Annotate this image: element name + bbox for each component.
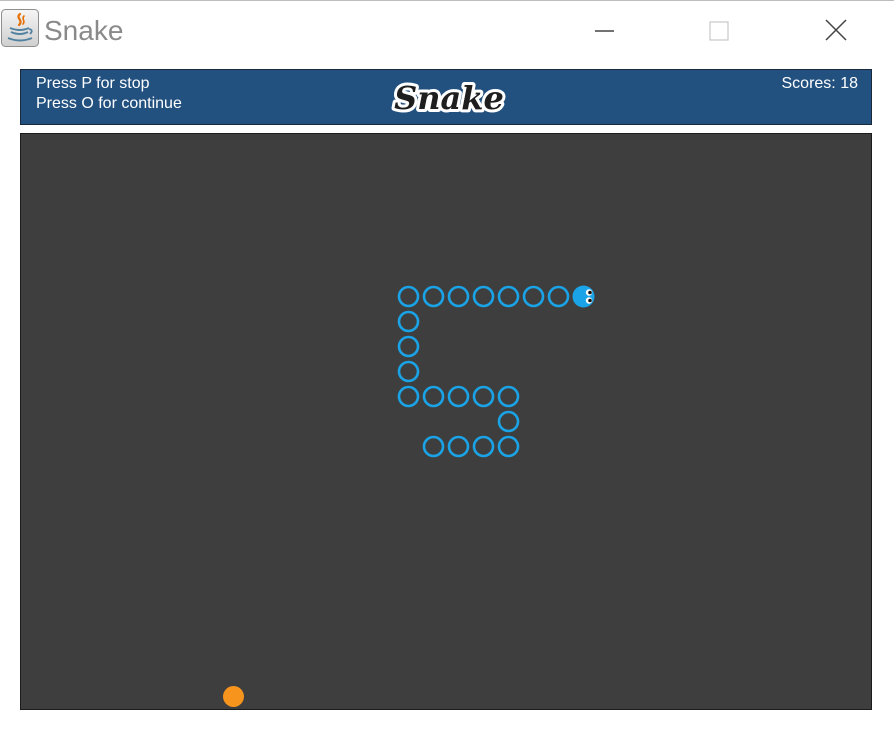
logo-text: Snake (394, 79, 504, 117)
pause-hint: Press P for stop (36, 75, 150, 92)
game-window: Snake Press P for stop Press O for conti… (0, 0, 894, 733)
score-display: Scores: 18 (782, 74, 859, 94)
snake-head (572, 285, 595, 308)
maximize-icon (709, 21, 729, 41)
maximize-button[interactable] (696, 11, 742, 51)
window-title: Snake (44, 15, 124, 46)
close-button[interactable] (813, 11, 859, 51)
snake-logo: Snake (391, 74, 511, 122)
food-dot (223, 686, 244, 707)
snake-body-segment (397, 360, 420, 383)
snake-body-segment (472, 285, 495, 308)
minimize-button[interactable] (581, 11, 627, 51)
snake-body-segment (497, 435, 520, 458)
minimize-icon (595, 30, 614, 32)
snake-body-segment (547, 285, 570, 308)
snake-body-segment (472, 385, 495, 408)
snake-body-segment (397, 335, 420, 358)
snake-body-segment (497, 285, 520, 308)
snake-body-segment (472, 435, 495, 458)
snake-body-segment (497, 385, 520, 408)
snake-body-segment (422, 435, 445, 458)
snake-body-segment (447, 285, 470, 308)
food-layer (223, 686, 244, 707)
snake-body-segment (422, 285, 445, 308)
snake-body-segment (397, 310, 420, 333)
score-value: 18 (840, 75, 858, 92)
snake-body-segment (522, 285, 545, 308)
java-coffee-cup-icon[interactable] (1, 9, 39, 47)
close-icon (825, 19, 847, 41)
snake (397, 285, 595, 458)
score-label: Scores: (781, 75, 836, 92)
snake-body-segment (397, 385, 420, 408)
snake-body-segment (447, 435, 470, 458)
board-canvas (223, 285, 595, 707)
continue-hint: Press O for continue (36, 95, 182, 112)
snake-body-segment (422, 385, 445, 408)
snake-body-segment (497, 410, 520, 433)
game-header: Press P for stop Press O for continue Sn… (20, 69, 872, 125)
title-bar[interactable]: Snake (0, 1, 894, 59)
snake-body-segment (397, 285, 420, 308)
game-board[interactable] (20, 133, 872, 710)
snake-body-segment (447, 385, 470, 408)
